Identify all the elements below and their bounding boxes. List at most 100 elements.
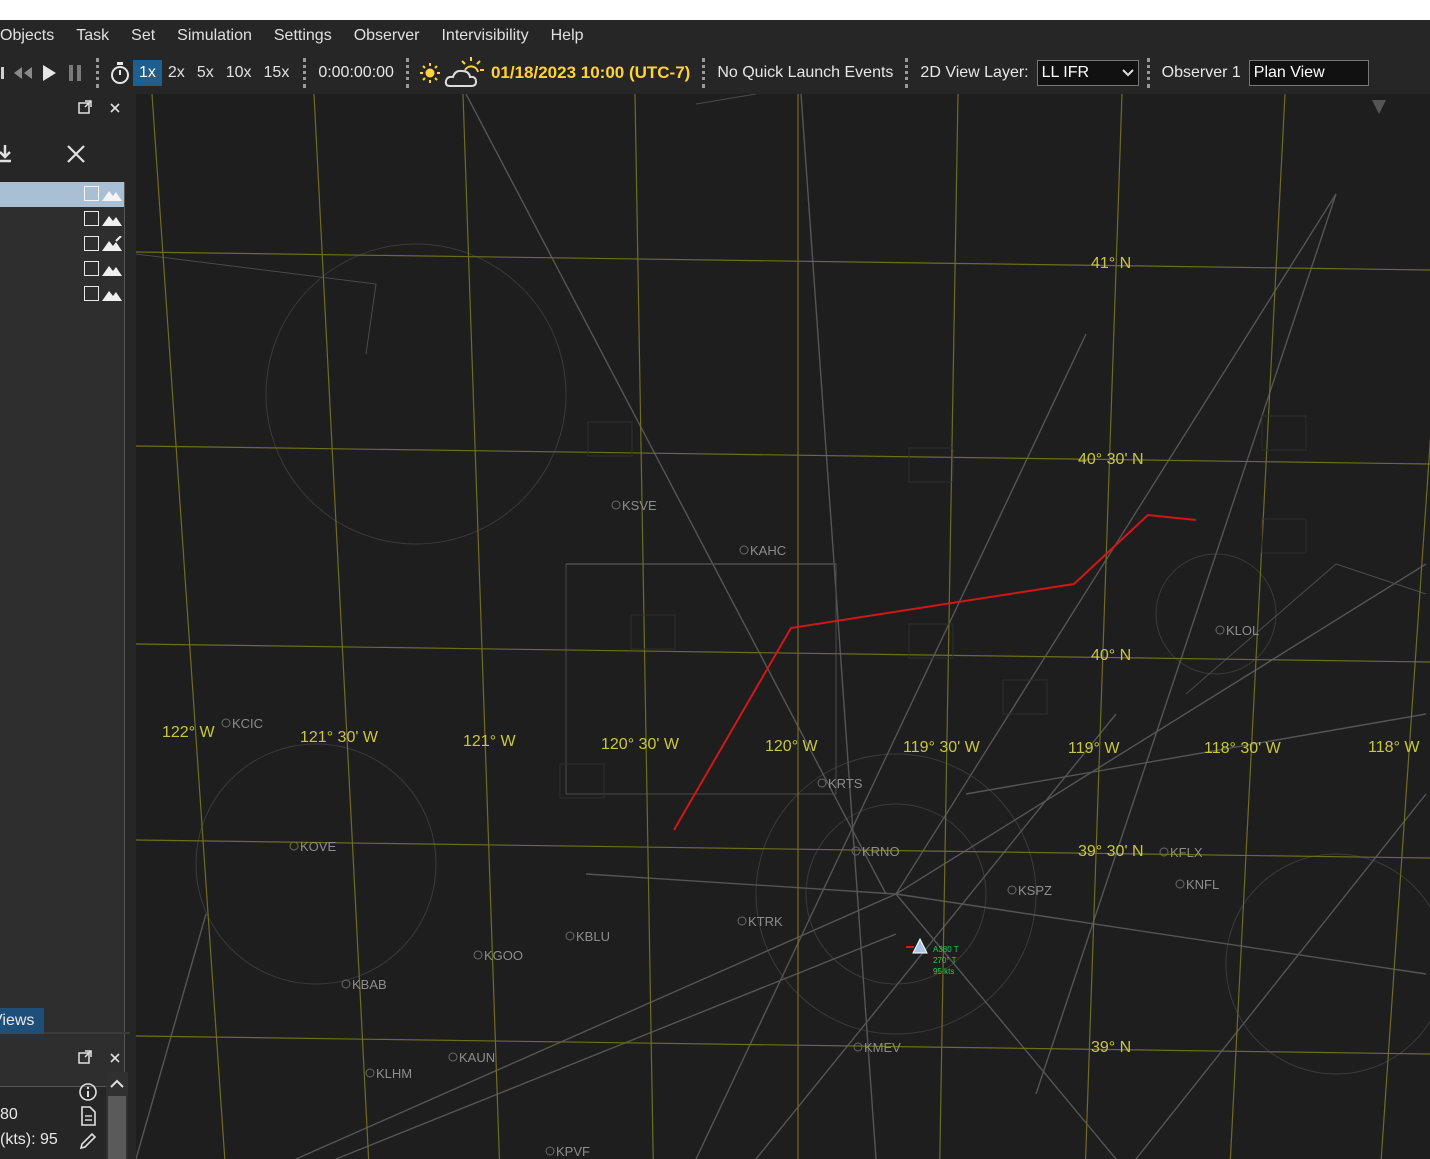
rewind-icon[interactable] [10, 59, 36, 87]
longitude-line [939, 94, 959, 1159]
airport-symbol-icon [341, 979, 351, 989]
edit-icon[interactable] [78, 1131, 98, 1151]
view-layer-select[interactable]: LL IFR [1036, 60, 1139, 86]
layer-row[interactable] [0, 182, 124, 207]
menu-objects[interactable]: Objects [0, 20, 65, 52]
toolbar-separator [96, 58, 99, 88]
menu-settings[interactable]: Settings [263, 20, 343, 52]
speed-2x-button[interactable]: 2x [162, 60, 191, 86]
play-icon[interactable] [36, 59, 62, 87]
skip-start-icon[interactable] [0, 59, 10, 87]
menu-observer[interactable]: Observer [343, 20, 431, 52]
layer-row[interactable] [0, 232, 124, 257]
close-icon[interactable] [106, 100, 124, 118]
airport-label: KRTS [828, 776, 863, 791]
longitude-line [462, 94, 500, 1159]
view-layer-value: LL IFR [1041, 64, 1090, 81]
speed-15x-button[interactable]: 15x [258, 60, 296, 86]
longitude-line [1380, 436, 1430, 1159]
quick-launch-status[interactable]: No Quick Launch Events [713, 64, 897, 82]
airport-symbol-icon [289, 841, 299, 851]
speed-5x-button[interactable]: 5x [191, 60, 220, 86]
clear-icon[interactable] [66, 144, 86, 169]
aircraft-tag-speed: 95 kts [933, 967, 954, 976]
longitude-labels: 122° W 121° 30' W 121° W 120° 30' W 120° W 11… [162, 724, 1420, 757]
latitude-label: 40° 30' N [1078, 451, 1144, 468]
layer-checkbox[interactable] [84, 286, 99, 301]
observer-label: Observer 1 [1161, 64, 1241, 81]
latitude-line [136, 643, 1430, 663]
airport-label: KRNO [862, 844, 900, 859]
sector-figure-box [587, 421, 633, 457]
info-icon[interactable] [78, 1082, 98, 1102]
undock-icon[interactable] [76, 100, 94, 118]
layer-checkbox[interactable] [84, 236, 99, 251]
longitude-label: 118° 30' W [1204, 740, 1282, 757]
airport-label: KTRK [748, 914, 783, 929]
airport-symbol-icon [739, 545, 749, 555]
sectional-chart[interactable]: 41° N 40° 30' N 40° N 39° 30' N 39° N 122° W… [136, 94, 1430, 1159]
stopwatch-icon[interactable] [107, 59, 133, 87]
elapsed-time: 0:00:00:00 [318, 64, 394, 81]
airport-symbol-icon [611, 500, 621, 510]
sim-datetime[interactable]: 01/18/2023 10:00 (UTC-7) [487, 63, 694, 83]
airport-symbol-icon [1175, 879, 1185, 889]
longitude-label: 119° 30' W [903, 739, 981, 756]
longitude-line [1085, 94, 1123, 1159]
airport-symbol-icon [1007, 885, 1017, 895]
scrollbar-thumb[interactable] [108, 1096, 126, 1159]
airport-label: KLOL [1226, 623, 1259, 638]
sun-icon[interactable] [417, 59, 443, 87]
latitude-label: 40° N [1091, 647, 1131, 664]
airport-symbol-icon [448, 1052, 458, 1062]
terrain-edit-icon [102, 236, 122, 251]
property-value: 80 [0, 1106, 18, 1123]
layer-checkbox[interactable] [84, 186, 99, 201]
aircraft-tag-heading: 270° T [933, 956, 957, 965]
sector-figure-box [630, 614, 676, 650]
sector-figure-box [908, 447, 954, 483]
airport-symbol-icon [853, 1042, 863, 1052]
longitude-label: 119° W [1068, 740, 1120, 757]
terrain-icon [102, 291, 122, 301]
layer-checkbox[interactable] [84, 261, 99, 276]
scroll-up-icon[interactable] [110, 1076, 124, 1094]
tab-views[interactable]: Views [0, 1008, 44, 1034]
menu-set[interactable]: Set [120, 20, 166, 52]
airport-symbol-icon [473, 950, 483, 960]
menu-simulation[interactable]: Simulation [166, 20, 263, 52]
airport-label: KAUN [459, 1050, 495, 1065]
airport-label: KOVE [300, 839, 336, 854]
longitude-label: 122° W [162, 724, 216, 741]
layer-row[interactable] [0, 282, 124, 307]
speed-10x-button[interactable]: 10x [220, 60, 258, 86]
menu-help[interactable]: Help [540, 20, 595, 52]
download-icon[interactable] [0, 144, 14, 169]
observer-view-select[interactable]: Plan View [1248, 60, 1369, 86]
partly-cloudy-icon[interactable] [443, 57, 487, 87]
layer-checkbox[interactable] [84, 211, 99, 226]
longitude-label: 121° W [463, 733, 517, 750]
airport-label: KMEV [864, 1040, 901, 1055]
latitude-line [136, 251, 1430, 271]
airport-symbol-icon [851, 846, 861, 856]
airport-label: KNFL [1186, 877, 1219, 892]
document-icon[interactable] [78, 1106, 98, 1126]
toolbar-separator [405, 58, 409, 88]
close-icon[interactable] [106, 1050, 124, 1068]
speed-1x-button[interactable]: 1x [133, 60, 162, 86]
pause-icon[interactable] [62, 59, 88, 87]
terrain-icon [102, 216, 122, 226]
toolbar-separator [303, 58, 307, 88]
menu-task[interactable]: Task [65, 20, 120, 52]
layer-row[interactable] [0, 257, 124, 282]
airport-label: KGOO [484, 948, 523, 963]
aircraft-marker[interactable]: A380 T 270° T 95 kts [906, 937, 959, 976]
map-view[interactable]: 41° N 40° 30' N 40° N 39° 30' N 39° N 122° W… [136, 94, 1430, 1159]
undock-icon[interactable] [76, 1050, 94, 1068]
airport-label: KBLU [576, 929, 610, 944]
layer-row[interactable] [0, 207, 124, 232]
flight-route[interactable] [673, 513, 1197, 831]
latitude-label: 39° N [1091, 1039, 1131, 1056]
menu-intervisibility[interactable]: Intervisibility [430, 20, 539, 52]
